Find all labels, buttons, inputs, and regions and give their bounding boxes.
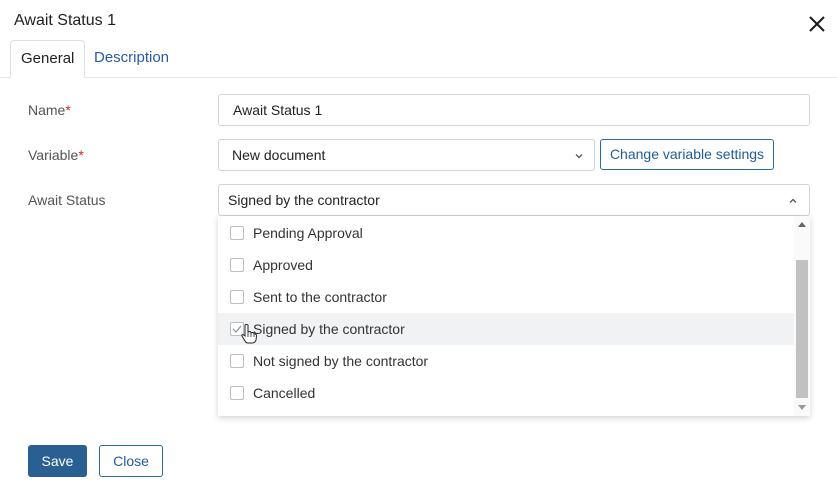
checkbox[interactable] (230, 226, 244, 240)
await-status-select[interactable]: Signed by the contractor (218, 184, 810, 216)
name-label: Name* (28, 102, 71, 118)
variable-label: Variable* (28, 147, 84, 163)
scroll-down-arrow-icon[interactable] (798, 405, 806, 410)
option-approved[interactable]: Approved (218, 249, 794, 281)
option-sent-to-contractor[interactable]: Sent to the contractor (218, 281, 794, 313)
checkbox[interactable] (230, 354, 244, 368)
checkbox[interactable] (230, 290, 244, 304)
await-status-dropdown: Pending Approval Approved Sent to the co… (218, 216, 810, 416)
await-status-label: Await Status (28, 192, 106, 208)
scroll-up-arrow-icon[interactable] (798, 222, 806, 227)
variable-select[interactable]: New document (218, 139, 595, 171)
name-input[interactable]: Await Status 1 (218, 94, 810, 126)
dialog-title: Await Status 1 (14, 12, 116, 29)
close-button[interactable]: Close (99, 445, 163, 477)
option-not-signed-by-contractor[interactable]: Not signed by the contractor (218, 345, 794, 377)
checkbox[interactable] (230, 258, 244, 272)
tab-general[interactable]: General (10, 40, 86, 78)
option-pending-approval[interactable]: Pending Approval (218, 217, 794, 249)
tab-description[interactable]: Description (84, 40, 179, 76)
close-icon[interactable] (806, 13, 828, 35)
scrollbar-thumb[interactable] (796, 260, 808, 398)
chevron-up-icon (789, 198, 797, 203)
change-variable-settings-button[interactable]: Change variable settings (600, 139, 774, 170)
checkbox[interactable] (230, 386, 244, 400)
chevron-down-icon (575, 154, 583, 159)
option-signed-by-contractor[interactable]: Signed by the contractor (218, 313, 794, 345)
option-cancelled[interactable]: Cancelled (218, 377, 794, 409)
save-button[interactable]: Save (28, 445, 87, 477)
tab-bar: General Description (0, 40, 837, 78)
hand-cursor-icon (241, 324, 258, 344)
